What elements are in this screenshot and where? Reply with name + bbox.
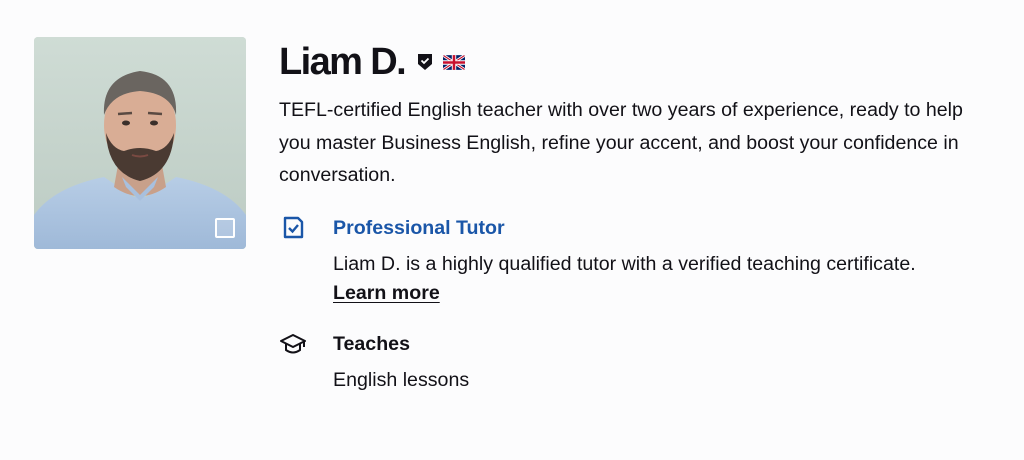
- teaches-value: English lessons: [333, 368, 470, 391]
- tutor-photo[interactable]: [34, 37, 246, 249]
- teaches-title: Teaches: [333, 332, 410, 355]
- teaches-section: Teaches English lessons: [279, 330, 999, 396]
- name-row: Liam D.: [279, 38, 999, 86]
- tutor-portrait-image: [34, 37, 246, 249]
- shield-badge-icon[interactable]: [417, 53, 433, 71]
- tutor-profile: Liam D. TEFL-certified English teacher w…: [279, 38, 999, 396]
- tutor-bio: TEFL-certified English teacher with over…: [279, 99, 963, 186]
- professional-tutor-description: Liam D. is a highly qualified tutor with…: [333, 252, 916, 275]
- certificate-check-icon: [279, 214, 307, 242]
- graduation-cap-icon: [279, 330, 307, 358]
- tutor-name: Liam D.: [279, 41, 407, 83]
- professional-tutor-section: Professional Tutor Liam D. is a highly q…: [279, 214, 999, 306]
- select-checkbox[interactable]: [215, 218, 235, 238]
- professional-tutor-title: Professional Tutor: [333, 216, 505, 239]
- learn-more-link[interactable]: Learn more: [333, 280, 440, 306]
- uk-flag-icon: [443, 54, 466, 70]
